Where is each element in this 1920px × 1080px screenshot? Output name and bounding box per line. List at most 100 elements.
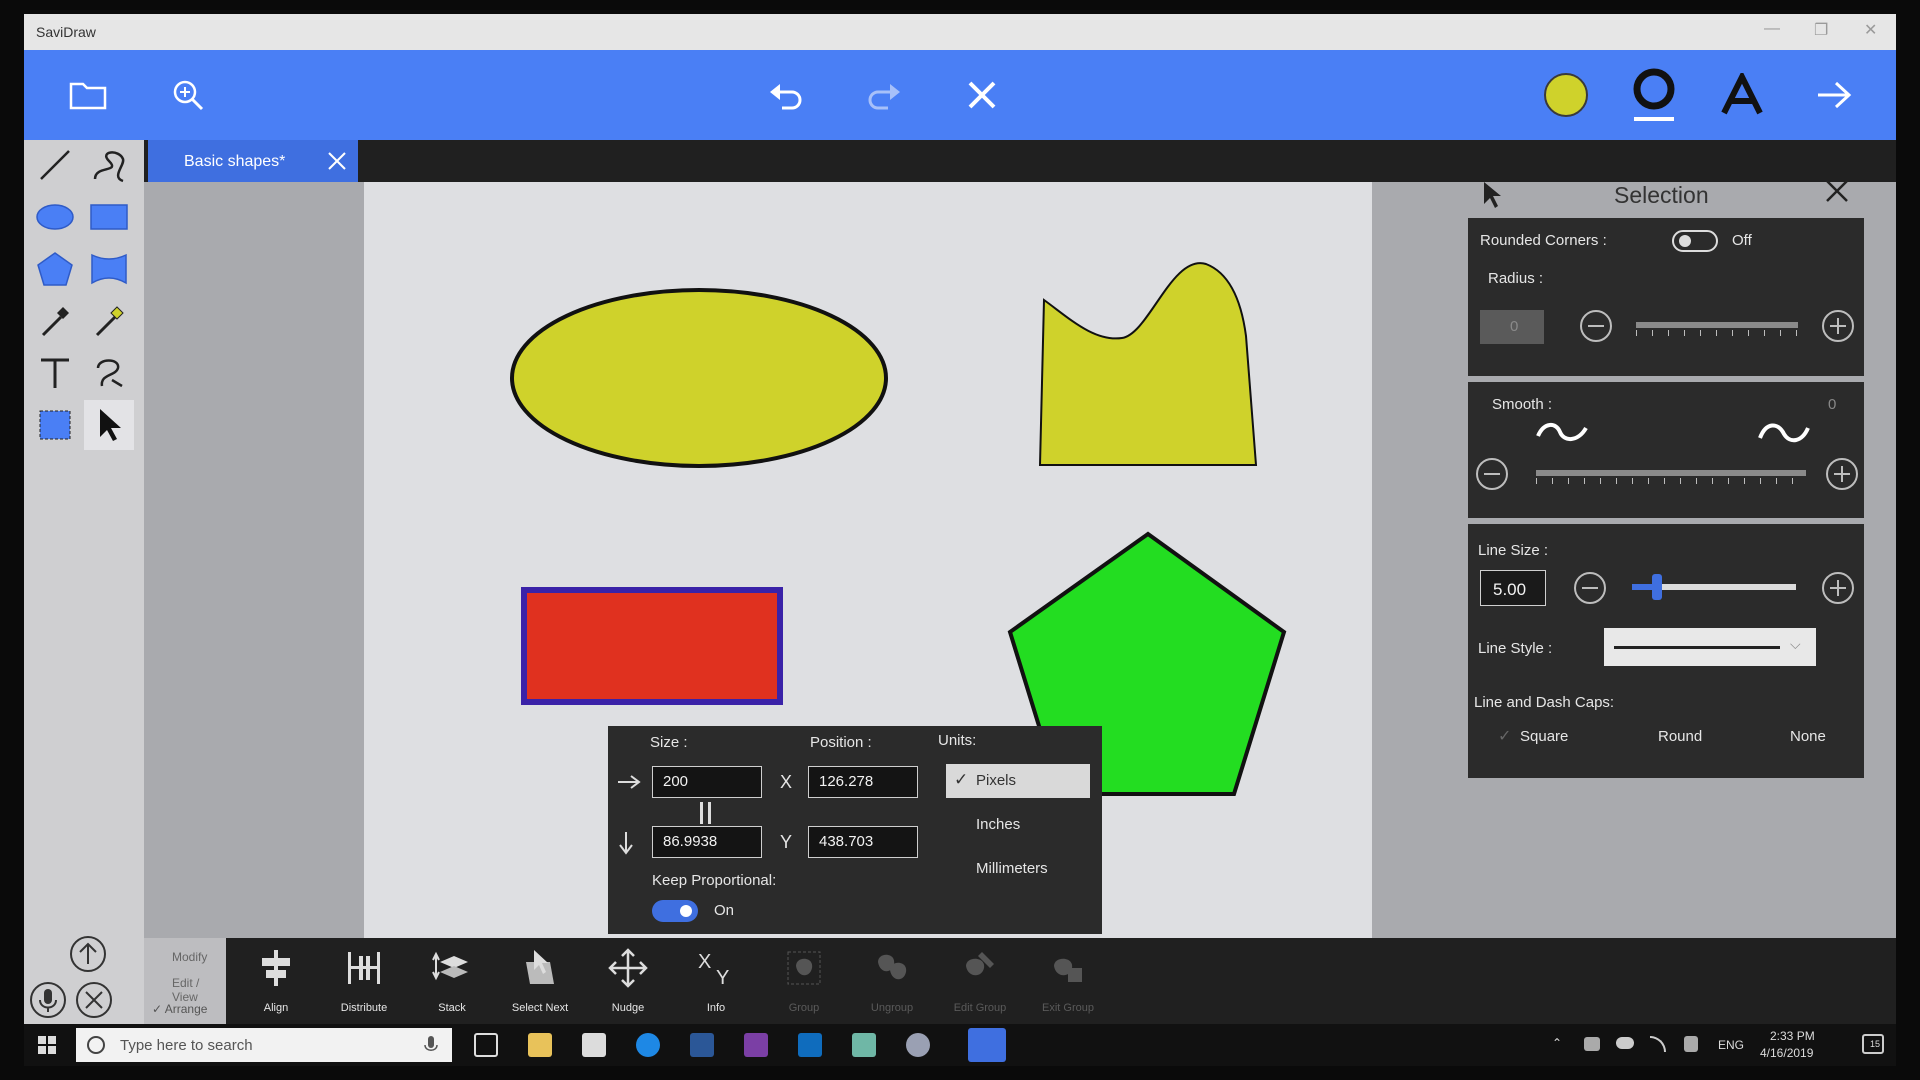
select-tool[interactable] — [84, 400, 134, 450]
notifications-icon[interactable]: 15 — [1862, 1034, 1884, 1054]
savidraw-taskbar-icon[interactable] — [968, 1028, 1006, 1062]
smooth-decrease-button[interactable] — [1476, 458, 1508, 490]
maximize-icon[interactable]: ❐ — [1814, 20, 1828, 40]
stack-button[interactable]: Stack — [416, 942, 488, 1020]
next-button[interactable] — [1804, 65, 1864, 125]
fill-color-swatch — [1544, 73, 1588, 117]
delete-button[interactable] — [952, 65, 1012, 125]
mode-modify[interactable]: Modify — [172, 950, 207, 964]
cap-round-option[interactable]: Round — [1658, 728, 1702, 745]
line-style-dropdown[interactable]: ⌵ — [1604, 628, 1816, 666]
tray-chevron-icon[interactable]: ⌃ — [1552, 1036, 1562, 1050]
info-button[interactable]: XY Info — [680, 942, 752, 1020]
zoom-button[interactable] — [158, 65, 218, 125]
minimize-icon[interactable]: — — [1764, 20, 1780, 38]
fill-color-button[interactable] — [1536, 65, 1596, 125]
windows-start-icon[interactable] — [38, 1036, 56, 1054]
tab-basic-shapes[interactable]: Basic shapes* — [148, 140, 358, 182]
line-size-input[interactable]: 5.00 — [1480, 570, 1546, 606]
radius-increase-button[interactable] — [1822, 310, 1854, 342]
nudge-button[interactable]: Nudge — [592, 942, 664, 1020]
line-size-increase-button[interactable] — [1822, 572, 1854, 604]
yellow-ellipse-shape[interactable] — [510, 288, 888, 468]
outlook-icon[interactable] — [798, 1033, 822, 1057]
smooth-increase-button[interactable] — [1826, 458, 1858, 490]
close-tab-icon[interactable] — [326, 150, 348, 172]
taskbar-search-box[interactable]: Type here to search — [76, 1028, 452, 1062]
stroke-style-icon — [1633, 68, 1675, 121]
y-position-input[interactable]: 438.703 — [808, 826, 918, 858]
pen-tray-icon[interactable] — [1684, 1036, 1698, 1052]
wifi-icon[interactable] — [1650, 1036, 1666, 1052]
smooth-group: Smooth : 0 — [1468, 382, 1864, 518]
onedrive-icon[interactable] — [1616, 1037, 1634, 1049]
redo-button[interactable] — [854, 65, 914, 125]
notification-count: 15 — [1870, 1039, 1881, 1049]
language-indicator[interactable]: ENG — [1718, 1038, 1744, 1052]
x-position-input[interactable]: 126.278 — [808, 766, 918, 798]
mode-arrange[interactable]: ✓ Arrange — [152, 1002, 207, 1016]
cancel-icon[interactable] — [74, 980, 114, 1020]
onenote-icon[interactable] — [744, 1033, 768, 1057]
smooth-slider[interactable] — [1536, 470, 1806, 484]
unit-millimeters-label: Millimeters — [976, 860, 1048, 877]
drawing-canvas[interactable]: Size : Position : Units: 200 X 126.278 8… — [364, 182, 1372, 938]
app-icon-2[interactable] — [906, 1033, 930, 1057]
scroll-up-icon[interactable] — [68, 934, 108, 974]
file-explorer-icon[interactable] — [528, 1033, 552, 1057]
ungroup-button[interactable]: Ungroup — [856, 942, 928, 1020]
clock-date[interactable]: 4/16/2019 — [1760, 1046, 1813, 1060]
exit-group-button[interactable]: Exit Group — [1032, 942, 1104, 1020]
radius-input[interactable]: 0 — [1480, 310, 1544, 344]
unit-pixels-option[interactable]: ✓ Pixels — [946, 764, 1090, 798]
polygon-tool[interactable] — [30, 244, 80, 294]
open-folder-button[interactable] — [58, 65, 118, 125]
path-tool[interactable] — [84, 348, 134, 398]
distribute-button[interactable]: Distribute — [328, 942, 400, 1020]
close-window-icon[interactable]: ✕ — [1864, 20, 1877, 40]
keep-proportional-toggle[interactable] — [652, 900, 698, 922]
yellow-freeform-shape[interactable] — [1038, 262, 1258, 466]
line-size-decrease-button[interactable] — [1574, 572, 1606, 604]
clock-time[interactable]: 2:33 PM — [1770, 1029, 1815, 1043]
ellipse-tool[interactable] — [30, 192, 80, 242]
text-style-icon — [1721, 73, 1763, 115]
curved-rect-tool[interactable] — [84, 244, 134, 294]
align-button[interactable]: Align — [240, 942, 312, 1020]
line-size-slider[interactable] — [1632, 574, 1796, 600]
close-panel-icon[interactable] — [1824, 178, 1850, 204]
select-next-button[interactable]: Select Next — [504, 942, 576, 1020]
unit-inches-option[interactable]: Inches — [946, 808, 1090, 842]
edit-group-button[interactable]: Edit Group — [944, 942, 1016, 1020]
rounded-corners-toggle[interactable] — [1672, 230, 1718, 252]
cap-square-option[interactable]: ✓ Square — [1498, 726, 1608, 750]
battery-icon[interactable] — [1584, 1037, 1600, 1051]
radius-slider[interactable] — [1636, 322, 1798, 336]
height-input[interactable]: 86.9938 — [652, 826, 762, 858]
eyedropper-tool[interactable] — [30, 296, 80, 346]
group-button[interactable]: Group — [768, 942, 840, 1020]
radius-label: Radius : — [1488, 270, 1544, 287]
line-tool[interactable] — [30, 140, 80, 190]
unit-millimeters-option[interactable]: Millimeters — [946, 852, 1090, 886]
text-style-button[interactable] — [1712, 65, 1772, 125]
cap-none-option[interactable]: None — [1790, 728, 1826, 745]
lasso-tool[interactable] — [30, 400, 80, 450]
radius-decrease-button[interactable] — [1580, 310, 1612, 342]
undo-button[interactable] — [756, 65, 816, 125]
freehand-tool[interactable] — [84, 140, 134, 190]
line-size-slider-thumb[interactable] — [1652, 574, 1662, 600]
app-icon[interactable] — [852, 1033, 876, 1057]
red-rectangle-shape[interactable] — [521, 587, 783, 705]
stroke-style-button[interactable] — [1624, 65, 1684, 125]
mode-edit-view[interactable]: Edit / View — [172, 976, 226, 1004]
width-input[interactable]: 200 — [652, 766, 762, 798]
task-view-icon[interactable] — [474, 1033, 498, 1057]
rectangle-tool[interactable] — [84, 192, 134, 242]
edge-icon[interactable] — [636, 1033, 660, 1057]
pen-tool[interactable] — [84, 296, 134, 346]
microphone-icon[interactable] — [28, 980, 68, 1020]
text-tool[interactable] — [30, 348, 80, 398]
word-icon[interactable] — [690, 1033, 714, 1057]
store-icon[interactable] — [582, 1033, 606, 1057]
